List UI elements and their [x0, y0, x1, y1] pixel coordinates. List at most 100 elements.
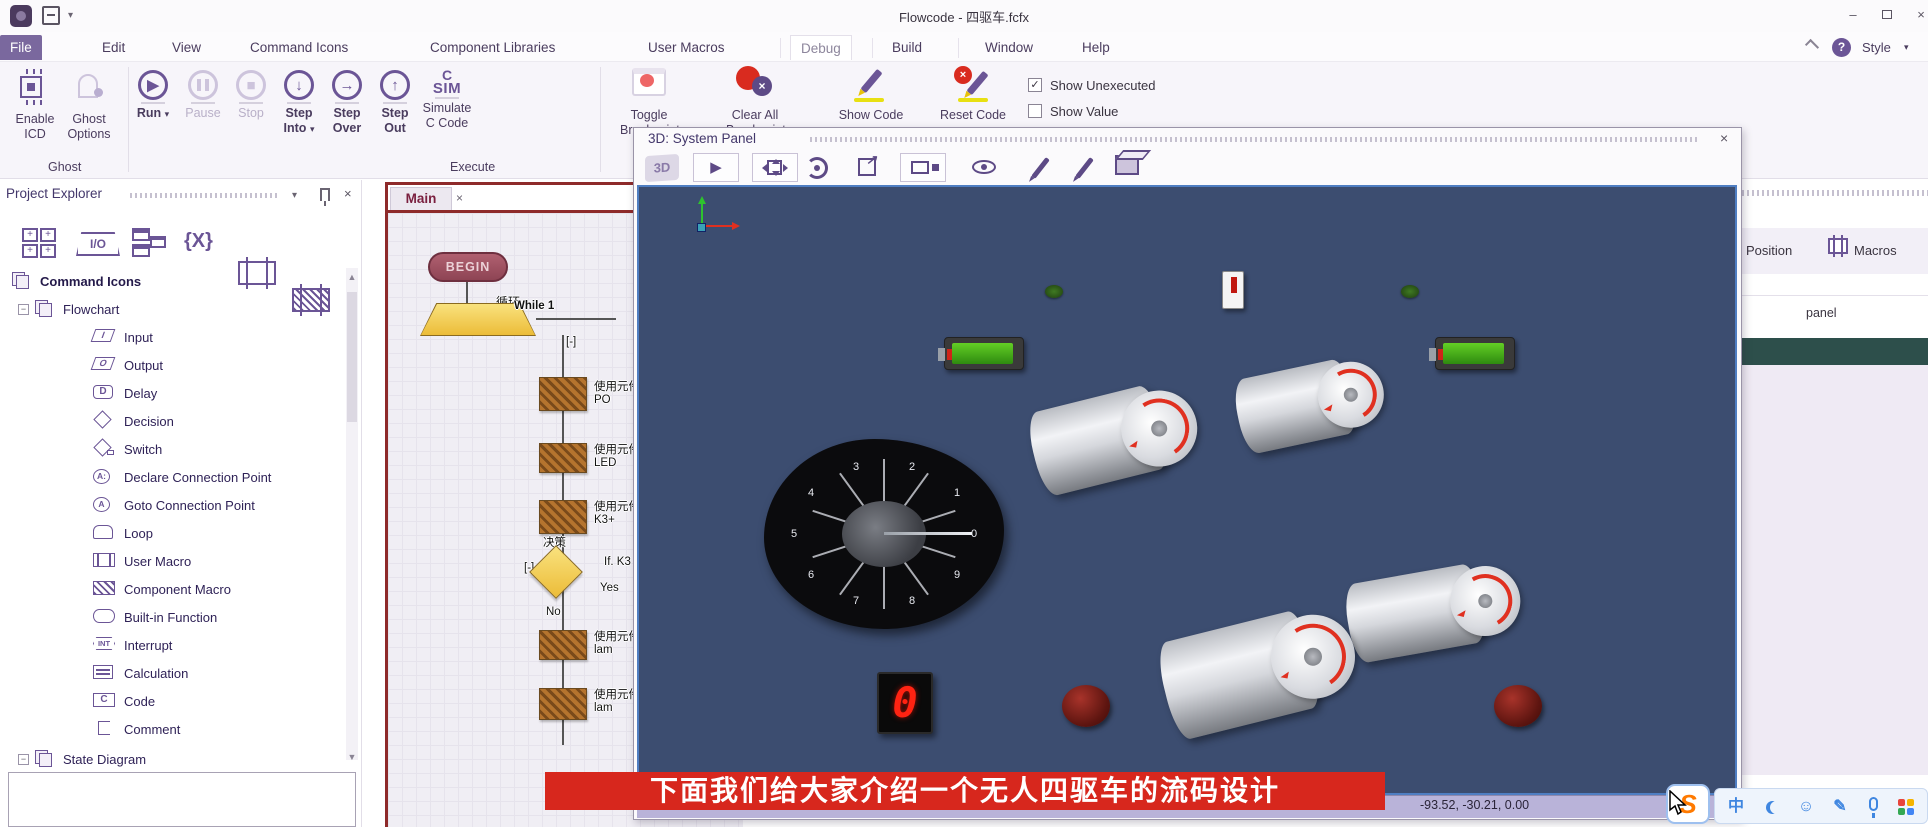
tree-item-built-in-function[interactable]: Built-in Function	[90, 606, 217, 628]
dc-motor[interactable]	[1228, 338, 1397, 472]
component-macro-block[interactable]	[539, 630, 587, 660]
tree-item-output[interactable]: OOutput	[90, 354, 163, 376]
3d-pan-button[interactable]	[752, 153, 798, 182]
panel-drag-handle[interactable]	[130, 193, 280, 198]
io-icon[interactable]: I/O	[76, 232, 120, 256]
right-panel-drag-handle[interactable]	[1742, 190, 1928, 196]
begin-block[interactable]: BEGIN	[428, 252, 508, 282]
tree-root-command-icons[interactable]: Command Icons	[12, 270, 141, 292]
eye-icon[interactable]	[972, 160, 996, 174]
scroll-down-icon[interactable]: ▼	[346, 752, 358, 762]
menu-file[interactable]: File	[0, 35, 42, 60]
3d-play-button[interactable]: ▶	[693, 153, 739, 182]
collapse-expander-icon[interactable]: −	[18, 304, 29, 315]
ghost-options-button[interactable]: GhostOptions	[60, 66, 118, 142]
component-macro-block[interactable]	[539, 500, 587, 534]
component-macro-block[interactable]	[539, 688, 587, 720]
wheel[interactable]	[1062, 685, 1110, 727]
menu-window[interactable]: Window	[975, 35, 1043, 60]
menu-debug[interactable]: Debug	[790, 35, 852, 60]
show-unexecuted-checkbox[interactable]: ✓	[1028, 78, 1042, 92]
tree-item-code[interactable]: CCode	[90, 690, 155, 712]
maximize-button[interactable]	[1872, 4, 1902, 26]
tree-item-loop[interactable]: Loop	[90, 522, 153, 544]
close-button[interactable]: ×	[1906, 4, 1928, 26]
tree-item-decision[interactable]: Decision	[90, 410, 174, 432]
dc-motor[interactable]	[1020, 358, 1214, 516]
tree-item-switch[interactable]: Switch	[90, 438, 162, 460]
tree-item-goto-connection-point[interactable]: AGoto Connection Point	[90, 494, 255, 516]
seven-segment-display[interactable]: 0	[877, 672, 933, 734]
3d-resize-icon[interactable]: ↗	[858, 158, 876, 176]
tree-item-input[interactable]: IInput	[90, 326, 153, 348]
3d-panel-close-icon[interactable]: ×	[1720, 130, 1728, 146]
dc-motor[interactable]	[1149, 578, 1371, 756]
tree-node-state-diagram[interactable]: − State Diagram	[18, 748, 146, 770]
tree-item-component-macro[interactable]: Component Macro	[90, 578, 231, 600]
component-macro-block[interactable]	[539, 443, 587, 473]
3d-orbit-icon[interactable]	[806, 157, 828, 179]
led-bargraph[interactable]	[944, 337, 1024, 370]
step-out-button[interactable]: ↑ StepOut	[366, 66, 424, 136]
led-bargraph[interactable]	[1435, 337, 1515, 370]
scrollbar-thumb[interactable]	[347, 292, 357, 422]
component-icon[interactable]	[238, 261, 276, 285]
pin-icon[interactable]	[320, 188, 330, 201]
macro-windows-icon[interactable]	[132, 228, 168, 258]
right-panel-selected-row[interactable]	[1742, 338, 1928, 365]
ime-handwriting-icon[interactable]: ✎	[1825, 789, 1855, 825]
wheel[interactable]	[1494, 685, 1542, 727]
reset-code-button[interactable]: × Reset Code	[940, 66, 1006, 123]
tab-close-icon[interactable]: ×	[456, 191, 463, 205]
menu-view[interactable]: View	[162, 35, 211, 60]
tab-main[interactable]: Main	[390, 187, 452, 210]
tree-item-calculation[interactable]: Calculation	[90, 662, 188, 684]
help-icon[interactable]: ?	[1832, 38, 1851, 57]
menu-user-macros[interactable]: User Macros	[638, 35, 735, 60]
menu-edit[interactable]: Edit	[92, 35, 135, 60]
show-code-button[interactable]: Show Code	[838, 66, 904, 123]
tree-item-interrupt[interactable]: INTInterrupt	[90, 634, 172, 656]
simulate-c-code-button[interactable]: CSIM SimulateC Code	[418, 66, 476, 131]
component-hatched-icon[interactable]	[292, 288, 330, 312]
menu-help[interactable]: Help	[1072, 35, 1120, 60]
scroll-up-icon[interactable]: ▲	[346, 272, 358, 282]
green-led[interactable]	[1045, 285, 1063, 298]
minimize-button[interactable]: –	[1838, 4, 1868, 26]
tree-item-declare-connection-point[interactable]: A:Declare Connection Point	[90, 466, 271, 488]
sensor-component[interactable]	[1222, 271, 1244, 309]
grid-plus-icon[interactable]: ++++	[22, 228, 56, 258]
menu-build[interactable]: Build	[882, 35, 932, 60]
3d-viewport[interactable]: 0 1 2 3 4 5 6 7 8 9	[637, 185, 1737, 795]
green-led[interactable]	[1401, 285, 1419, 298]
collapse-ribbon-icon[interactable]	[1805, 39, 1819, 53]
tree-item-delay[interactable]: DDelay	[90, 382, 157, 404]
3d-panel-drag-handle[interactable]	[810, 137, 1700, 142]
style-menu[interactable]: Style	[1862, 40, 1891, 55]
enable-icd-button[interactable]: EnableICD	[6, 66, 64, 142]
macros-button[interactable]: Macros	[1854, 243, 1897, 258]
rotary-switch-dial[interactable]: 0 1 2 3 4 5 6 7 8 9	[764, 439, 1004, 629]
collapse-expander-icon[interactable]: −	[18, 754, 29, 765]
3d-box-icon[interactable]	[1115, 155, 1139, 175]
3d-frame-button[interactable]	[900, 153, 946, 182]
ime-keyboard-icon[interactable]	[1891, 789, 1921, 825]
ime-halfwidth-icon[interactable]	[1757, 789, 1787, 825]
panel-close-icon[interactable]: ×	[344, 186, 352, 201]
tree-item-user-macro[interactable]: User Macro	[90, 550, 191, 572]
ime-mic-icon[interactable]	[1859, 789, 1889, 825]
tree-node-flowchart[interactable]: − Flowchart	[18, 298, 119, 320]
menu-command-icons[interactable]: Command Icons	[240, 35, 358, 60]
component-macro-block[interactable]	[539, 377, 587, 411]
variables-icon[interactable]: {X}	[184, 226, 213, 256]
dc-motor[interactable]	[1339, 543, 1530, 677]
menu-component-libraries[interactable]: Component Libraries	[420, 35, 565, 60]
ime-emoji-icon[interactable]: ☺	[1791, 789, 1821, 825]
style-dropdown-icon[interactable]: ▾	[1904, 42, 1909, 53]
tree-item-comment[interactable]: Comment	[90, 718, 180, 740]
collapse-marker[interactable]: [-]	[566, 336, 576, 348]
show-value-checkbox[interactable]	[1028, 104, 1042, 118]
panel-dropdown-icon[interactable]: ▾	[292, 190, 297, 201]
ime-language-mode[interactable]: 中	[1721, 789, 1751, 825]
position-button[interactable]: Position	[1746, 243, 1792, 258]
